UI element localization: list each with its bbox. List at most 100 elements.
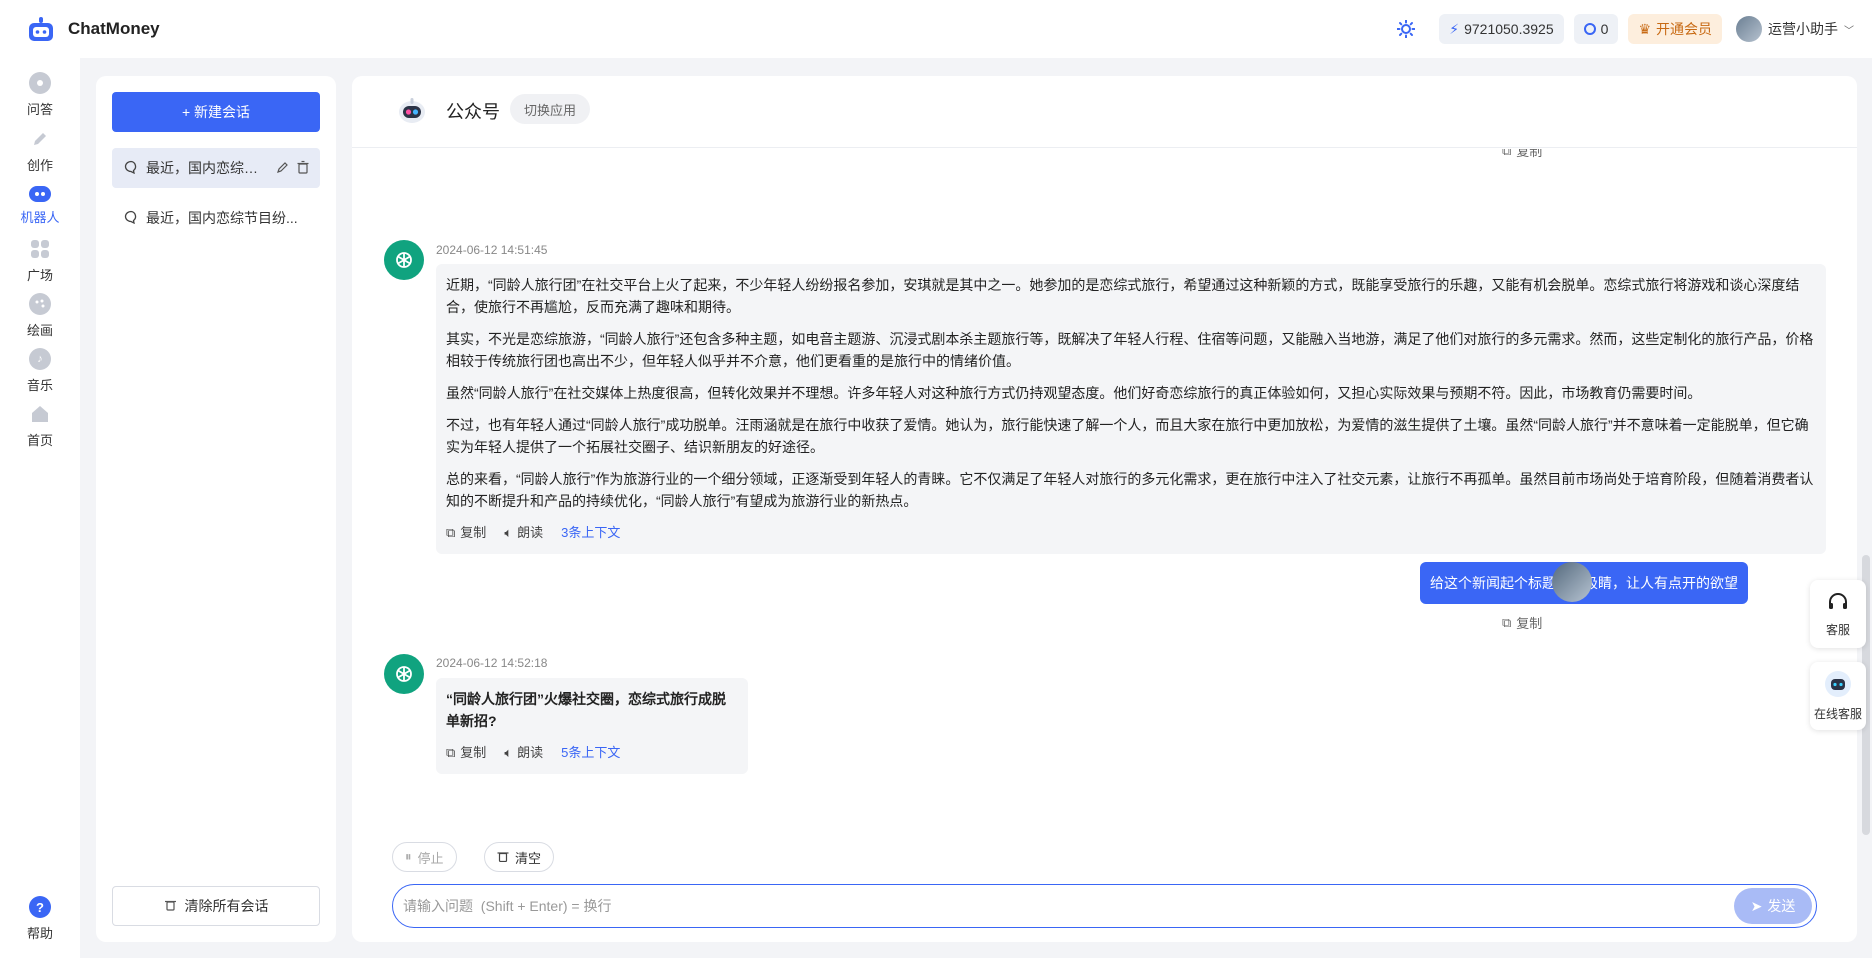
lightning-icon: ⚡ bbox=[1449, 20, 1460, 37]
stop-label: 停止 bbox=[417, 850, 444, 866]
read-label: 朗读 bbox=[517, 525, 544, 540]
message-toolbar: ⧉ 复制 🔈︎ 朗读 3条上下文 bbox=[446, 522, 1816, 544]
clear-all-conversations-button[interactable]: 清除所有会话 bbox=[112, 886, 320, 926]
chat-input[interactable] bbox=[403, 898, 1734, 914]
message-paragraph: 总的来看，“同龄人旅行”作为旅游行业的一个细分领域，正逐渐受到年轻人的青睐。它不… bbox=[446, 471, 1814, 509]
pencil-icon bbox=[29, 128, 51, 150]
clear-button[interactable]: 清空 bbox=[484, 842, 555, 872]
app-name: ChatMoney bbox=[68, 19, 160, 38]
chat-panel: 公众号 切换应用 ⧉ 复制 2024-06-12 14:51:45 近期，“同龄… bbox=[352, 76, 1857, 942]
nav-item-robot[interactable]: 机器人 bbox=[0, 177, 80, 235]
nav-label: 问答 bbox=[26, 102, 53, 117]
trash-icon bbox=[497, 850, 509, 865]
speaker-icon: 🔈︎ bbox=[504, 745, 513, 760]
music-note-icon: ♪ bbox=[29, 348, 51, 370]
message-timestamp: 2024-06-12 14:52:18 bbox=[436, 656, 548, 670]
message-paragraph: 虽然“同龄人旅行”在社交媒体上热度很高，但转化效果并不理想。许多年轻人对这种旅行… bbox=[446, 385, 1702, 401]
copy-icon: ⧉ bbox=[1502, 149, 1512, 158]
message-paragraph: 其实，不光是恋综旅游，“同龄人旅行”还包含多种主题，如电音主题游、沉浸式剧本杀主… bbox=[446, 331, 1814, 369]
assistant-message: “同龄人旅行团”火爆社交圈，恋综式旅行成脱单新招? ⧉ 复制 🔈︎ 朗读 5条上下文 bbox=[436, 678, 748, 774]
pause-icon: ⏸︎ bbox=[405, 849, 412, 864]
bot-icon bbox=[1824, 670, 1852, 701]
online-service-button[interactable]: 在线客服 bbox=[1810, 662, 1866, 730]
help-label: 帮助 bbox=[26, 926, 53, 941]
trash-icon bbox=[164, 898, 177, 914]
chat-bubble-icon bbox=[124, 210, 138, 227]
balance-value: 9721050.3925 bbox=[1464, 21, 1554, 37]
edit-icon[interactable] bbox=[276, 160, 290, 177]
assistant-avatar-icon bbox=[384, 240, 424, 280]
copy-label: 复制 bbox=[1516, 149, 1543, 159]
copy-icon: ⧉ bbox=[446, 745, 456, 760]
nav-label: 音乐 bbox=[26, 378, 53, 393]
conversation-item[interactable]: 最近，国内恋综节目纷... bbox=[112, 198, 320, 238]
message-toolbar: ⧉ 复制 🔈︎ 朗读 5条上下文 bbox=[446, 742, 738, 764]
copy-label: 复制 bbox=[460, 525, 487, 540]
username: 运营小助手 bbox=[1768, 21, 1838, 37]
conversation-item[interactable]: 最近，国内恋综节... bbox=[112, 148, 320, 188]
nav-label: 绘画 bbox=[26, 323, 53, 338]
clear-all-label: 清除所有会话 bbox=[184, 898, 269, 914]
message-list: ⧉ 复制 2024-06-12 14:51:45 近期，“同龄人旅行团”在社交平… bbox=[352, 149, 1857, 849]
send-button[interactable]: ➤ 发送 bbox=[1734, 888, 1812, 924]
top-bar: ChatMoney ⚡ 9721050.3925 0 ♛ 开通会员 运营小助手 … bbox=[0, 0, 1872, 58]
new-chat-button[interactable]: + 新建会话 bbox=[112, 92, 320, 132]
token-icon bbox=[1583, 23, 1596, 35]
copy-button[interactable]: ⧉ 复制 bbox=[1502, 149, 1542, 160]
copy-icon: ⧉ bbox=[1502, 614, 1512, 630]
nav-label: 广场 bbox=[26, 268, 53, 283]
speaker-icon: 🔈︎ bbox=[504, 525, 513, 540]
context-link[interactable]: 3条上下文 bbox=[561, 522, 620, 544]
message-paragraph: 不过，也有年轻人通过“同龄人旅行”成功脱单。汪雨涵就是在旅行中收获了爱情。她认为… bbox=[446, 417, 1809, 455]
nav-item-qa[interactable]: 问答 bbox=[0, 66, 80, 124]
nav-label: 首页 bbox=[26, 433, 53, 448]
headset-icon bbox=[1826, 590, 1850, 617]
clear-label: 清空 bbox=[515, 850, 542, 866]
stop-button[interactable]: ⏸︎ 停止 bbox=[392, 842, 457, 872]
chat-bubble-icon bbox=[124, 160, 138, 177]
balance-badge[interactable]: ⚡ 9721050.3925 bbox=[1439, 14, 1564, 44]
copy-button[interactable]: ⧉ 复制 bbox=[446, 742, 486, 764]
robot-icon bbox=[29, 186, 51, 202]
chat-bubble-icon bbox=[29, 72, 51, 94]
customer-service-button[interactable]: 客服 bbox=[1810, 580, 1866, 648]
read-aloud-button[interactable]: 🔈︎ 朗读 bbox=[504, 522, 543, 544]
theme-toggle-sun-icon[interactable] bbox=[1391, 14, 1421, 44]
assistant-avatar-icon bbox=[384, 654, 424, 694]
copy-button[interactable]: ⧉ 复制 bbox=[446, 522, 486, 544]
nav-item-home[interactable]: 首页 bbox=[0, 397, 80, 455]
home-icon bbox=[29, 403, 51, 425]
chat-title: 公众号 bbox=[446, 102, 500, 122]
read-aloud-button[interactable]: 🔈︎ 朗读 bbox=[504, 742, 543, 764]
vip-label: 开通会员 bbox=[1656, 21, 1712, 37]
copy-button[interactable]: ⧉ 复制 bbox=[1502, 613, 1542, 632]
nav-item-plaza[interactable]: 广场 bbox=[0, 232, 80, 290]
chat-input-box: ➤ 发送 bbox=[392, 884, 1817, 928]
message-timestamp: 2024-06-12 14:51:45 bbox=[436, 243, 548, 257]
switch-app-button[interactable]: 切换应用 bbox=[510, 94, 591, 124]
nav-item-draw[interactable]: 绘画 bbox=[0, 287, 80, 345]
nav-item-music[interactable]: ♪ 音乐 bbox=[0, 342, 80, 400]
vip-button[interactable]: ♛ 开通会员 bbox=[1628, 14, 1722, 44]
message-paragraph: 近期，“同龄人旅行团”在社交平台上火了起来，不少年轻人纷纷报名参加，安琪就是其中… bbox=[446, 277, 1800, 315]
trash-icon[interactable] bbox=[296, 160, 310, 177]
context-link[interactable]: 5条上下文 bbox=[561, 742, 620, 764]
read-label: 朗读 bbox=[517, 745, 544, 760]
chevron-down-icon: ﹀ bbox=[1844, 25, 1854, 37]
crown-icon: ♛ bbox=[1638, 20, 1651, 37]
left-nav: 问答 创作 机器人 广场 绘画 ♪ 音乐 首页 ? 帮助 bbox=[0, 58, 80, 958]
nav-label: 机器人 bbox=[20, 210, 60, 225]
nav-item-help[interactable]: ? 帮助 bbox=[0, 890, 80, 948]
nav-label: 创作 bbox=[26, 158, 53, 173]
paper-plane-icon: ➤ bbox=[1750, 897, 1763, 914]
online-service-label: 在线客服 bbox=[1813, 707, 1862, 721]
user-menu[interactable]: 运营小助手 ﹀ bbox=[1736, 16, 1854, 42]
robot-logo-icon[interactable] bbox=[26, 16, 56, 44]
conversation-title: 最近，国内恋综节... bbox=[146, 160, 268, 176]
send-label: 发送 bbox=[1767, 898, 1796, 914]
nav-item-create[interactable]: 创作 bbox=[0, 122, 80, 180]
service-label: 客服 bbox=[1825, 623, 1850, 637]
assistant-message: 近期，“同龄人旅行团”在社交平台上火了起来，不少年轻人纷纷报名参加，安琪就是其中… bbox=[436, 264, 1826, 554]
conversation-title: 最近，国内恋综节目纷... bbox=[146, 210, 298, 226]
token-badge[interactable]: 0 bbox=[1573, 14, 1619, 44]
